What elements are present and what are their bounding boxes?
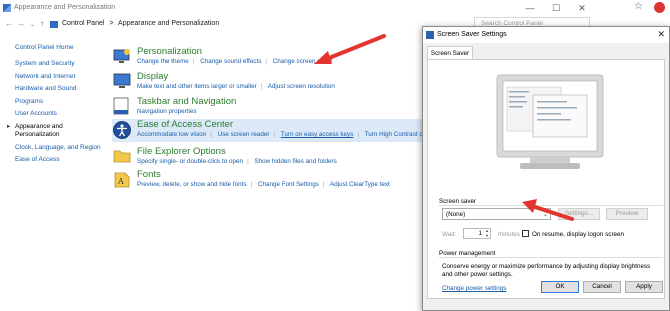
arrow-to-resume-checkbox bbox=[522, 199, 574, 221]
arrow-to-screen-saver-link bbox=[314, 34, 386, 64]
annotation-arrows bbox=[314, 34, 574, 221]
